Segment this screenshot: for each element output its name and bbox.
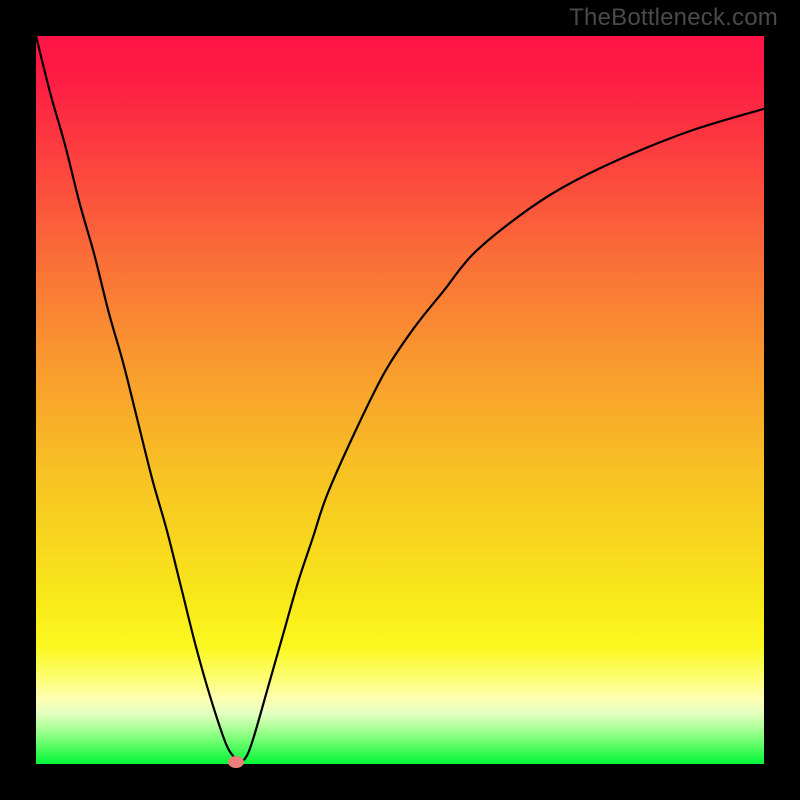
- plot-area: [36, 36, 764, 764]
- chart-frame: TheBottleneck.com: [0, 0, 800, 800]
- watermark-text: TheBottleneck.com: [569, 4, 778, 32]
- bottleneck-curve-svg: [36, 36, 764, 764]
- optimal-point-marker: [228, 756, 244, 768]
- bottleneck-curve: [36, 36, 764, 762]
